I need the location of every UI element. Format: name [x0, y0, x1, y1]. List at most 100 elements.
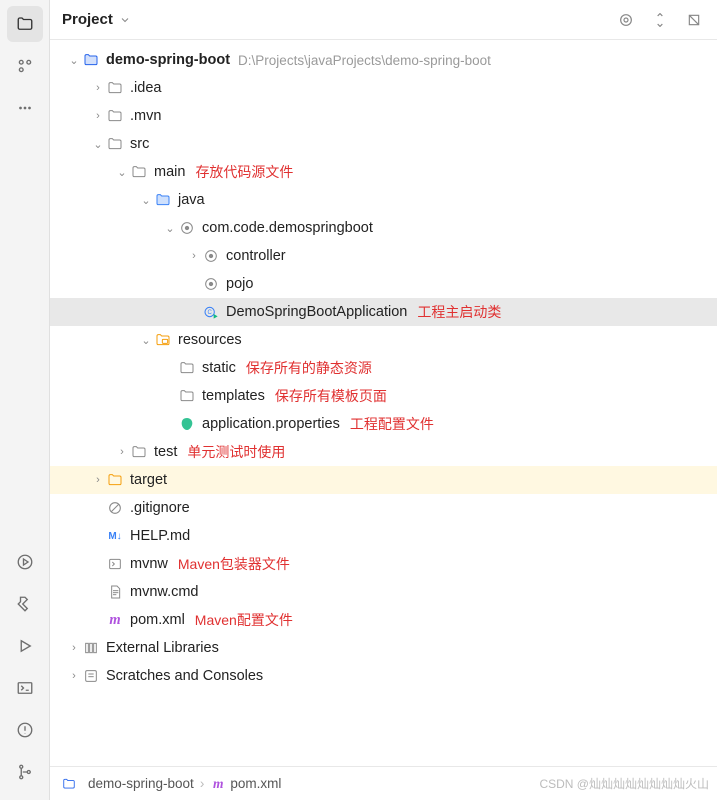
chevron-right-icon[interactable]: ›: [66, 642, 82, 654]
tree-node-resources[interactable]: ⌄ resources: [50, 326, 717, 354]
folder-icon: [130, 444, 148, 460]
source-folder-icon: [154, 192, 172, 208]
tree-label: main: [154, 164, 185, 180]
tree-node-helpmd[interactable]: M↓ HELP.md: [50, 522, 717, 550]
tree-node-appprops[interactable]: application.properties 工程配置文件: [50, 410, 717, 438]
vcs-tool-button[interactable]: [7, 754, 43, 790]
tree-label: target: [130, 472, 167, 488]
chevron-right-icon[interactable]: ›: [66, 670, 82, 682]
tree-node-main[interactable]: ⌄ main 存放代码源文件: [50, 158, 717, 186]
annotation: 工程配置文件: [350, 414, 434, 434]
tree-node-pojo[interactable]: pojo: [50, 270, 717, 298]
chevron-down-icon[interactable]: ⌄: [162, 222, 178, 235]
navigation-bar: demo-spring-boot › m pom.xml: [50, 766, 717, 800]
select-opened-file-button[interactable]: [615, 9, 637, 31]
tree-label: resources: [178, 332, 242, 348]
tree-node-project-root[interactable]: ⌄ demo-spring-boot D:\Projects\javaProje…: [50, 46, 717, 74]
left-toolbar: [0, 0, 50, 800]
chevron-down-icon[interactable]: ⌄: [138, 194, 154, 207]
tree-label: pom.xml: [130, 612, 185, 628]
spring-config-icon: [178, 416, 196, 432]
folder-icon: [106, 136, 124, 152]
chevron-down-icon[interactable]: ⌄: [114, 166, 130, 179]
class-run-icon: C: [202, 304, 220, 320]
module-icon: [82, 52, 100, 68]
breadcrumb-label: pom.xml: [230, 776, 281, 791]
tree-node-idea[interactable]: › .idea: [50, 74, 717, 102]
tree-node-src[interactable]: ⌄ src: [50, 130, 717, 158]
chevron-right-icon[interactable]: ›: [114, 446, 130, 458]
resources-folder-icon: [154, 332, 172, 348]
chevron-right-icon[interactable]: ›: [90, 474, 106, 486]
hide-tool-window-button[interactable]: [683, 9, 705, 31]
tree-label: pojo: [226, 276, 253, 292]
excluded-folder-icon: [106, 472, 124, 488]
commit-tool-button[interactable]: [7, 48, 43, 84]
svg-text:C: C: [207, 310, 212, 316]
tree-node-gitignore[interactable]: .gitignore: [50, 494, 717, 522]
annotation: 保存所有模板页面: [275, 386, 387, 406]
tree-label: .gitignore: [130, 500, 190, 516]
run-tool-button[interactable]: [7, 628, 43, 664]
tree-node-external-libraries[interactable]: › External Libraries: [50, 634, 717, 662]
chevron-right-icon[interactable]: ›: [186, 250, 202, 262]
services-tool-button[interactable]: [7, 544, 43, 580]
tree-node-package[interactable]: ⌄ com.code.demospringboot: [50, 214, 717, 242]
chevron-right-icon[interactable]: ›: [90, 110, 106, 122]
annotation: 保存所有的静态资源: [246, 358, 372, 378]
tree-node-static[interactable]: static 保存所有的静态资源: [50, 354, 717, 382]
tree-node-target[interactable]: › target: [50, 466, 717, 494]
tool-window-header: Project: [50, 0, 717, 40]
project-tool-button[interactable]: [7, 6, 43, 42]
tree-node-controller[interactable]: › controller: [50, 242, 717, 270]
folder-icon: [178, 360, 196, 376]
tree-node-mvnw[interactable]: mvnw Maven包装器文件: [50, 550, 717, 578]
annotation: 工程主启动类: [417, 302, 501, 322]
tree-node-templates[interactable]: templates 保存所有模板页面: [50, 382, 717, 410]
tree-node-java[interactable]: ⌄ java: [50, 186, 717, 214]
annotation: 存放代码源文件: [195, 162, 293, 182]
tree-label: Scratches and Consoles: [106, 668, 263, 684]
build-tool-button[interactable]: [7, 586, 43, 622]
problems-tool-button[interactable]: [7, 712, 43, 748]
tree-node-pom[interactable]: m pom.xml Maven配置文件: [50, 606, 717, 634]
tree-label: .idea: [130, 80, 161, 96]
tree-label: demo-spring-boot: [106, 52, 230, 68]
text-file-icon: [106, 584, 124, 600]
folder-icon: [130, 164, 148, 180]
tree-node-mvn[interactable]: › .mvn: [50, 102, 717, 130]
chevron-down-icon[interactable]: [119, 14, 131, 26]
tree-node-app-class[interactable]: C DemoSpringBootApplication 工程主启动类: [50, 298, 717, 326]
tree-path: D:\Projects\javaProjects\demo-spring-boo…: [238, 53, 491, 68]
chevron-down-icon[interactable]: ⌄: [66, 54, 82, 67]
tree-label: test: [154, 444, 177, 460]
chevron-right-icon[interactable]: ›: [90, 82, 106, 94]
chevron-down-icon[interactable]: ⌄: [138, 334, 154, 347]
chevron-down-icon[interactable]: ⌄: [90, 138, 106, 151]
shell-file-icon: [106, 556, 124, 572]
markdown-file-icon: M↓: [106, 531, 124, 542]
tree-node-scratches[interactable]: › Scratches and Consoles: [50, 662, 717, 690]
expand-collapse-button[interactable]: [649, 9, 671, 31]
terminal-tool-button[interactable]: [7, 670, 43, 706]
folder-icon: [106, 80, 124, 96]
more-tool-button[interactable]: [7, 90, 43, 126]
annotation: 单元测试时使用: [187, 442, 285, 462]
tool-window-title[interactable]: Project: [62, 11, 113, 28]
libraries-icon: [82, 640, 100, 656]
tree-label: templates: [202, 388, 265, 404]
tree-node-test[interactable]: › test 单元测试时使用: [50, 438, 717, 466]
breadcrumb-project[interactable]: demo-spring-boot: [60, 776, 194, 791]
breadcrumb-label: demo-spring-boot: [88, 776, 194, 791]
folder-icon: [106, 108, 124, 124]
annotation: Maven配置文件: [195, 610, 293, 630]
folder-icon: [178, 388, 196, 404]
maven-file-icon: m: [106, 612, 124, 629]
tree-label: External Libraries: [106, 640, 219, 656]
breadcrumb-separator-icon: ›: [200, 776, 205, 791]
tree-label: DemoSpringBootApplication: [226, 304, 407, 320]
breadcrumb-file[interactable]: m pom.xml: [210, 776, 281, 792]
tree-label: src: [130, 136, 149, 152]
tree-label: mvnw: [130, 556, 168, 572]
tree-node-mvnwcmd[interactable]: mvnw.cmd: [50, 578, 717, 606]
